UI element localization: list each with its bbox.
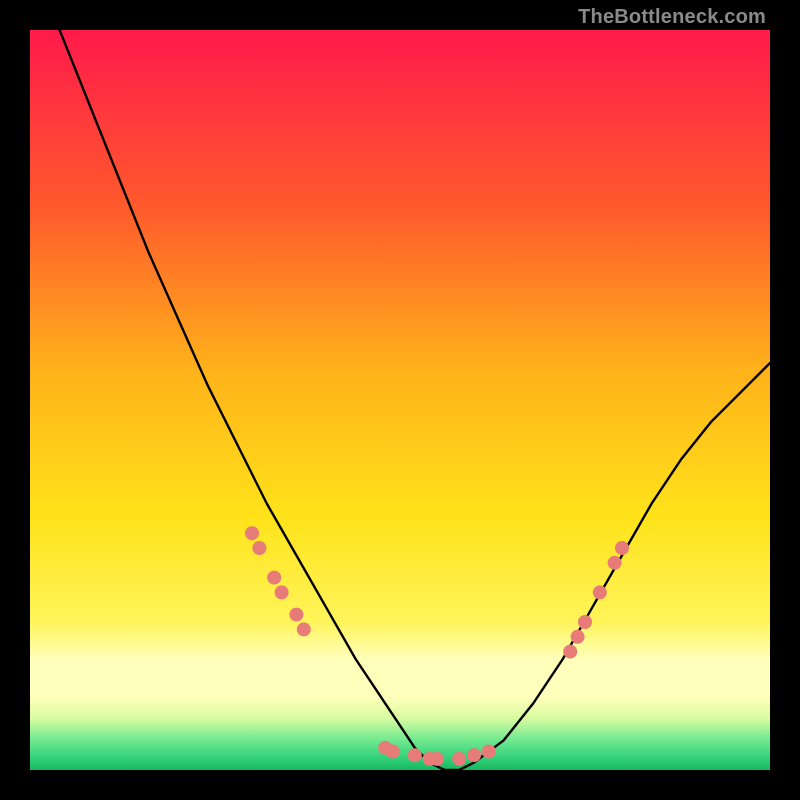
- highlight-dot: [267, 571, 281, 585]
- highlight-dot: [482, 745, 496, 759]
- highlight-dot: [615, 541, 629, 555]
- chart-frame: [30, 30, 770, 770]
- highlight-dot: [386, 745, 400, 759]
- highlight-dot: [593, 585, 607, 599]
- highlight-dot: [430, 752, 444, 766]
- highlight-dot: [275, 585, 289, 599]
- highlight-dot: [297, 622, 311, 636]
- highlight-dot: [289, 608, 303, 622]
- bottleneck-curve: [60, 30, 770, 770]
- highlight-dot: [571, 630, 585, 644]
- highlight-dot: [578, 615, 592, 629]
- highlight-dot: [452, 752, 466, 766]
- highlight-dot: [408, 748, 422, 762]
- highlight-dots: [245, 526, 629, 766]
- bottleneck-plot: [30, 30, 770, 770]
- highlight-dot: [252, 541, 266, 555]
- highlight-dot: [245, 526, 259, 540]
- highlight-dot: [563, 645, 577, 659]
- highlight-dot: [467, 748, 481, 762]
- highlight-dot: [608, 556, 622, 570]
- watermark-text: TheBottleneck.com: [578, 6, 766, 29]
